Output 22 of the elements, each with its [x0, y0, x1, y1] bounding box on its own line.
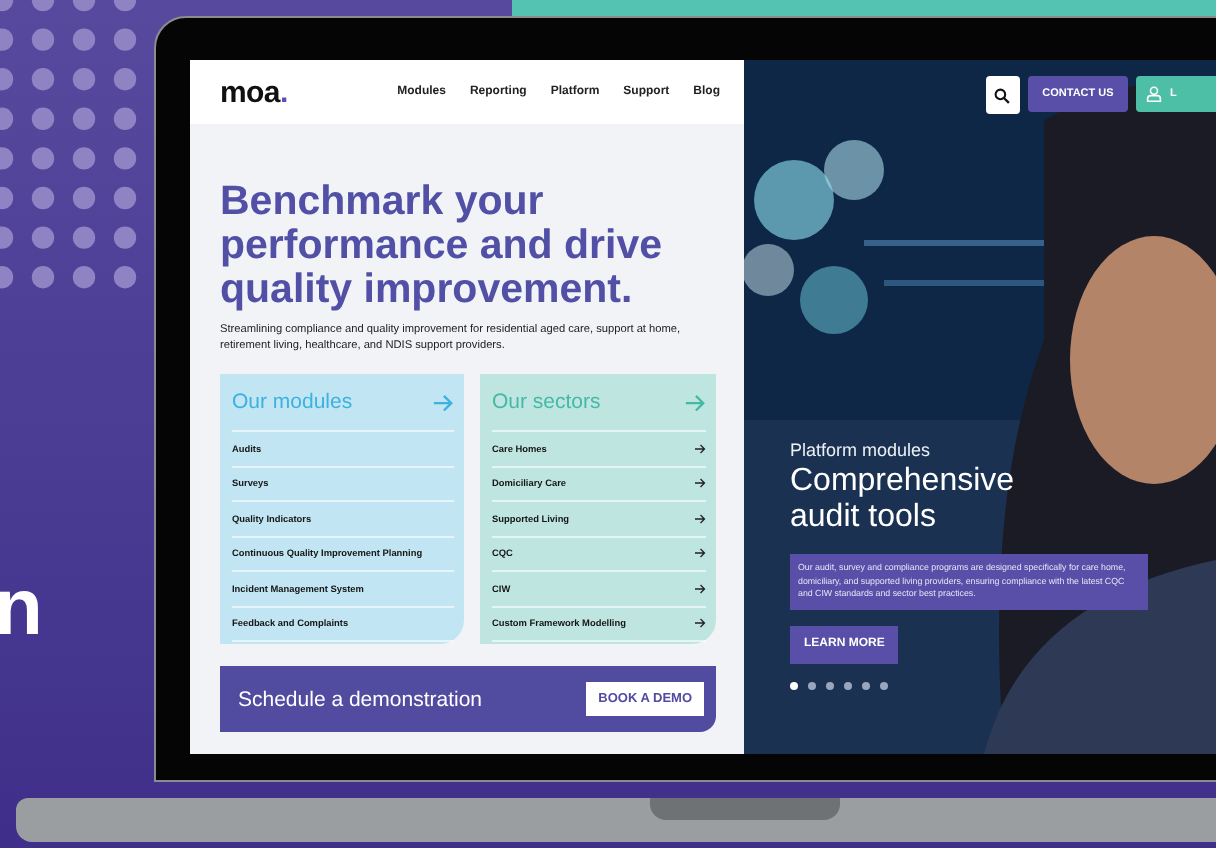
- carousel-dot[interactable]: [808, 681, 816, 690]
- carousel-dot[interactable]: [844, 681, 852, 690]
- slide-eyebrow: Platform modules: [790, 440, 931, 460]
- demo-text: Schedule a demonstration: [238, 687, 482, 712]
- arrow-icon: [684, 393, 706, 412]
- arrow-icon: [694, 618, 706, 629]
- arrow-icon: [694, 583, 706, 594]
- search-button[interactable]: [986, 76, 1020, 114]
- carousel-dot[interactable]: [790, 681, 798, 690]
- arrow-icon: [694, 478, 706, 489]
- carousel-dot[interactable]: [862, 681, 870, 690]
- arrow-icon: [432, 393, 454, 412]
- user-icon: [1146, 86, 1162, 102]
- slide-title: Comprehensive audit tools: [790, 464, 1017, 536]
- headline: Benchmark your performance and drive quality improvement.: [220, 180, 665, 312]
- arrow-icon: [694, 443, 706, 454]
- arrow-icon: [694, 548, 706, 559]
- logo[interactable]: moa.: [220, 75, 288, 109]
- carousel-dot[interactable]: [826, 681, 834, 690]
- arrow-icon: [694, 513, 706, 524]
- carousel-dot[interactable]: [880, 681, 888, 690]
- search-icon: [994, 87, 1011, 103]
